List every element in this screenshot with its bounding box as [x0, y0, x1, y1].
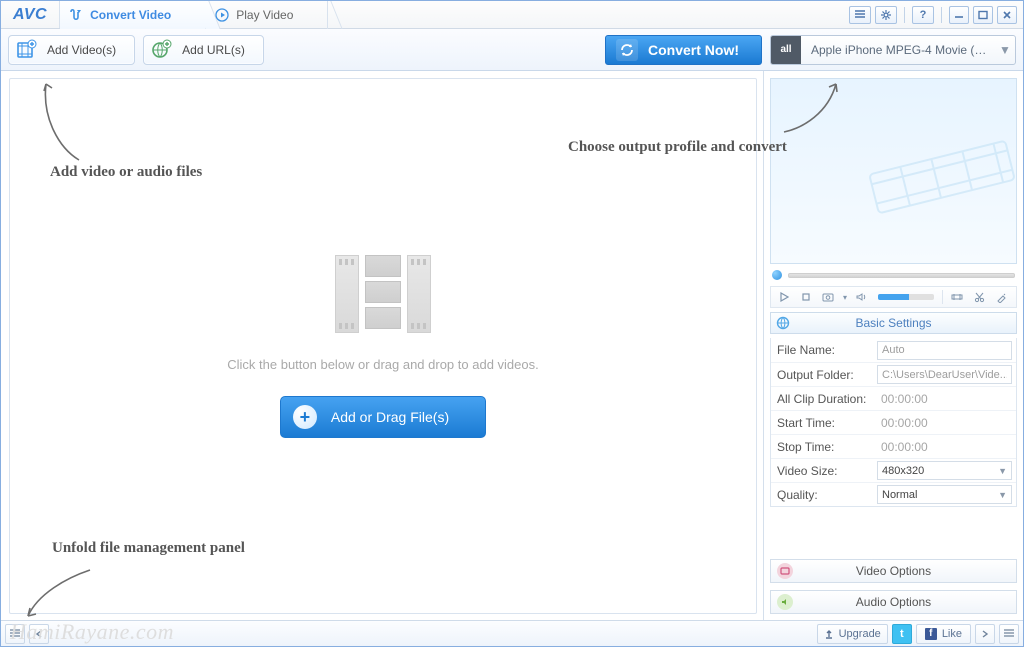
app-logo: AVC — [1, 1, 60, 28]
chevron-down-icon: ▼ — [998, 490, 1007, 500]
stop-icon[interactable] — [796, 289, 816, 305]
list-icon[interactable] — [849, 6, 871, 24]
chevron-down-icon: ▼ — [995, 43, 1015, 57]
close-button[interactable] — [997, 6, 1017, 24]
convert-icon — [68, 7, 84, 23]
settings-row: Video Size: 480x320▼ — [771, 458, 1016, 482]
tab-convert-video[interactable]: Convert Video — [60, 1, 206, 29]
setting-label: Start Time: — [771, 416, 873, 430]
header-label: Basic Settings — [855, 316, 931, 330]
button-label: Video Options — [856, 564, 931, 578]
settings-row: Stop Time: 00:00:00 — [771, 434, 1016, 458]
title-buttons: ? — [843, 1, 1023, 28]
setting-label: Stop Time: — [771, 440, 873, 454]
button-label: Audio Options — [856, 595, 931, 609]
panel-toggle-left-button[interactable] — [5, 624, 25, 644]
convert-now-button[interactable]: Convert Now! — [605, 35, 762, 65]
upgrade-button[interactable]: Upgrade — [817, 624, 888, 644]
volume-slider[interactable] — [878, 294, 934, 300]
refresh-icon — [616, 39, 638, 61]
video-options-button[interactable]: Video Options — [770, 559, 1017, 583]
settings-row: Output Folder: — [771, 362, 1016, 386]
help-icon[interactable]: ? — [912, 6, 934, 24]
setting-value: 00:00:00 — [877, 416, 928, 430]
scrubber-handle-icon[interactable] — [772, 270, 782, 280]
upload-icon — [824, 629, 834, 639]
filmstrip-watermark-icon — [862, 137, 1017, 217]
button-label: Like — [942, 628, 962, 640]
setting-combobox[interactable]: 480x320▼ — [877, 461, 1012, 480]
drop-zone[interactable]: Click the button below or drag and drop … — [9, 78, 757, 614]
volume-icon[interactable] — [852, 289, 872, 305]
play-icon — [214, 7, 230, 23]
drop-hint: Click the button below or drag and drop … — [227, 357, 538, 372]
maximize-button[interactable] — [973, 6, 993, 24]
chevron-down-icon: ▼ — [998, 466, 1007, 476]
settings-grid: File Name: Output Folder: All Clip Duratio… — [770, 338, 1017, 507]
button-label: Convert Now! — [648, 42, 739, 58]
effects-icon[interactable] — [991, 289, 1011, 305]
minimize-button[interactable] — [949, 6, 969, 24]
settings-row: Start Time: 00:00:00 — [771, 410, 1016, 434]
film-add-icon — [15, 39, 37, 61]
profile-all-icon: all — [771, 36, 801, 64]
setting-label: Output Folder: — [771, 368, 873, 382]
basic-settings-header[interactable]: Basic Settings — [770, 312, 1017, 334]
panel-toggle-right-button[interactable] — [999, 624, 1019, 644]
settings-row: Quality: Normal▼ — [771, 482, 1016, 506]
preview-controls: ▾ — [770, 286, 1017, 308]
button-label: Upgrade — [839, 628, 881, 640]
audio-icon — [777, 594, 793, 610]
profile-label: Apple iPhone MPEG-4 Movie (*.mp4) — [801, 43, 995, 57]
setting-value: 00:00:00 — [877, 392, 928, 406]
output-profile-selector[interactable]: all Apple iPhone MPEG-4 Movie (*.mp4) ▼ — [770, 35, 1016, 65]
trim-icon[interactable] — [947, 289, 967, 305]
film-placeholder-icon — [335, 255, 431, 333]
setting-label: All Clip Duration: — [771, 392, 873, 406]
plus-icon: + — [293, 405, 317, 429]
audio-options-button[interactable]: Audio Options — [770, 590, 1017, 614]
status-bar: Upgrade t f Like — [1, 620, 1023, 646]
setting-input[interactable] — [877, 365, 1012, 384]
setting-label: File Name: — [771, 343, 873, 357]
tab-label: Play Video — [236, 8, 293, 22]
settings-row: File Name: — [771, 338, 1016, 362]
title-bar: AVC Convert Video Play Video ? — [1, 1, 1023, 29]
add-or-drag-files-button[interactable]: + Add or Drag File(s) — [280, 396, 486, 438]
setting-value: 00:00:00 — [877, 440, 928, 454]
snapshot-dropdown-icon[interactable]: ▾ — [840, 289, 850, 305]
tab-play-video[interactable]: Play Video — [206, 1, 328, 29]
add-videos-button[interactable]: Add Video(s) — [8, 35, 135, 65]
play-icon[interactable] — [774, 289, 794, 305]
panel-collapse-right-button[interactable] — [975, 624, 995, 644]
app-window: AVC Convert Video Play Video ? — [0, 0, 1024, 647]
button-label: Add or Drag File(s) — [331, 409, 449, 425]
preview-scrubber[interactable] — [770, 268, 1017, 282]
setting-combobox[interactable]: Normal▼ — [877, 485, 1012, 504]
globe-add-icon — [150, 39, 172, 61]
settings-icon[interactable] — [875, 6, 897, 24]
add-urls-button[interactable]: Add URL(s) — [143, 35, 264, 65]
main-toolbar: Add Video(s) Add URL(s) Convert Now! all… — [1, 29, 1023, 71]
button-label: Add Video(s) — [47, 43, 116, 57]
twitter-button[interactable]: t — [892, 624, 912, 644]
content-pane: Click the button below or drag and drop … — [1, 71, 763, 620]
side-panel: ▾ Basic Settings File Name: Output Folder… — [763, 71, 1023, 620]
panel-collapse-left-button[interactable] — [29, 624, 49, 644]
facebook-like-button[interactable]: f Like — [916, 624, 971, 644]
facebook-icon: f — [925, 628, 937, 640]
globe-icon — [775, 315, 791, 331]
setting-label: Video Size: — [771, 464, 873, 478]
setting-label: Quality: — [771, 488, 873, 502]
cut-icon[interactable] — [969, 289, 989, 305]
video-icon — [777, 563, 793, 579]
setting-input[interactable] — [877, 341, 1012, 360]
button-label: Add URL(s) — [182, 43, 245, 57]
video-preview — [770, 78, 1017, 264]
tab-label: Convert Video — [90, 8, 171, 22]
snapshot-icon[interactable] — [818, 289, 838, 305]
settings-row: All Clip Duration: 00:00:00 — [771, 386, 1016, 410]
